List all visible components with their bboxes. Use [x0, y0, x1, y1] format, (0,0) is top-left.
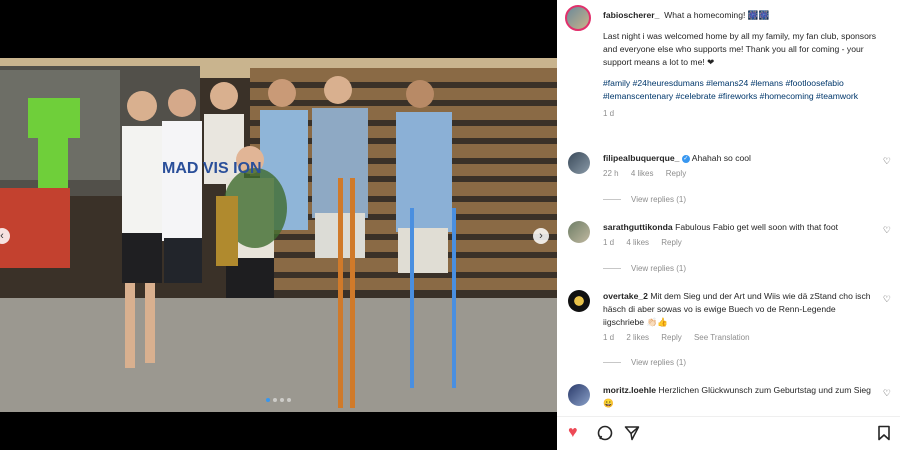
commenter-avatar[interactable] — [568, 221, 590, 243]
caption-hashtags[interactable]: #family #24heuresdumans #lemans24 #leman… — [603, 77, 888, 103]
carousel-next-button[interactable]: › — [533, 228, 549, 244]
comment-likes[interactable]: 4 likes — [631, 169, 654, 178]
comment-likes[interactable]: 2 likes — [626, 333, 649, 342]
comment-like-heart-icon[interactable]: ♡ — [883, 294, 891, 305]
comment-text: Fabulous Fabio get well soon with that f… — [675, 222, 839, 232]
photo-illustration: MAD VIS ION — [0, 58, 557, 412]
carousel-dot — [287, 398, 291, 402]
comment-text: Ahahah so cool — [691, 153, 751, 163]
comment-like-heart-icon[interactable]: ♡ — [883, 388, 891, 399]
shirt-print: MAD VIS ION — [162, 160, 262, 177]
comment-like-heart-icon[interactable]: ♡ — [883, 225, 891, 236]
author-username[interactable]: fabioscherer_ — [603, 10, 659, 20]
commenter-avatar[interactable] — [568, 290, 590, 312]
bookmark-icon[interactable] — [877, 425, 891, 445]
carousel-dots — [0, 398, 557, 402]
view-replies-button[interactable]: View replies (1) — [603, 264, 686, 273]
carousel-dot — [266, 398, 270, 402]
commenter-username[interactable]: overtake_2 — [603, 291, 648, 301]
post-photo[interactable]: MAD VIS ION — [0, 58, 557, 412]
view-replies-button[interactable]: View replies (1) — [603, 195, 686, 204]
commenter-username[interactable]: moritz.loehle — [603, 385, 656, 395]
post-caption: fabioscherer_ What a homecoming! 🎆🎆 Last… — [603, 9, 888, 120]
commenter-avatar[interactable] — [568, 152, 590, 174]
commenter-username[interactable]: sarathguttikonda — [603, 222, 673, 232]
comment-reply-button[interactable]: Reply — [666, 169, 686, 178]
post-action-bar: ♥ — [557, 416, 900, 450]
comment-like-heart-icon[interactable]: ♡ — [883, 156, 891, 167]
carousel-dot — [280, 398, 284, 402]
comment-reply-button[interactable]: Reply — [661, 238, 681, 247]
caption-body: Last night i was welcomed home by all my… — [603, 31, 877, 67]
post-age: 1 d — [603, 109, 615, 118]
author-avatar[interactable] — [565, 5, 591, 31]
share-icon[interactable] — [624, 425, 640, 445]
commenter-avatar[interactable] — [568, 384, 590, 406]
verified-badge-icon: ✓ — [681, 154, 690, 163]
post-media: MAD VIS ION ‹ › — [0, 0, 557, 450]
view-replies-button[interactable]: View replies (1) — [603, 358, 686, 367]
comments-panel: fabioscherer_ What a homecoming! 🎆🎆 Last… — [557, 0, 900, 450]
comment-time: 22 h — [603, 169, 619, 178]
comment-time: 1 d — [603, 333, 615, 342]
comment-reply-button[interactable]: Reply — [661, 333, 681, 342]
comment-likes[interactable]: 4 likes — [626, 238, 649, 247]
heart-icon[interactable]: ♥ — [568, 425, 578, 441]
caption-first-line: What a homecoming! 🎆🎆 — [664, 10, 770, 20]
see-translation-button[interactable]: See Translation — [694, 333, 750, 342]
commenter-username[interactable]: filipealbuquerque_ — [603, 153, 679, 163]
comment-icon[interactable] — [597, 425, 613, 445]
carousel-dot — [273, 398, 277, 402]
comment-time: 1 d — [603, 238, 615, 247]
